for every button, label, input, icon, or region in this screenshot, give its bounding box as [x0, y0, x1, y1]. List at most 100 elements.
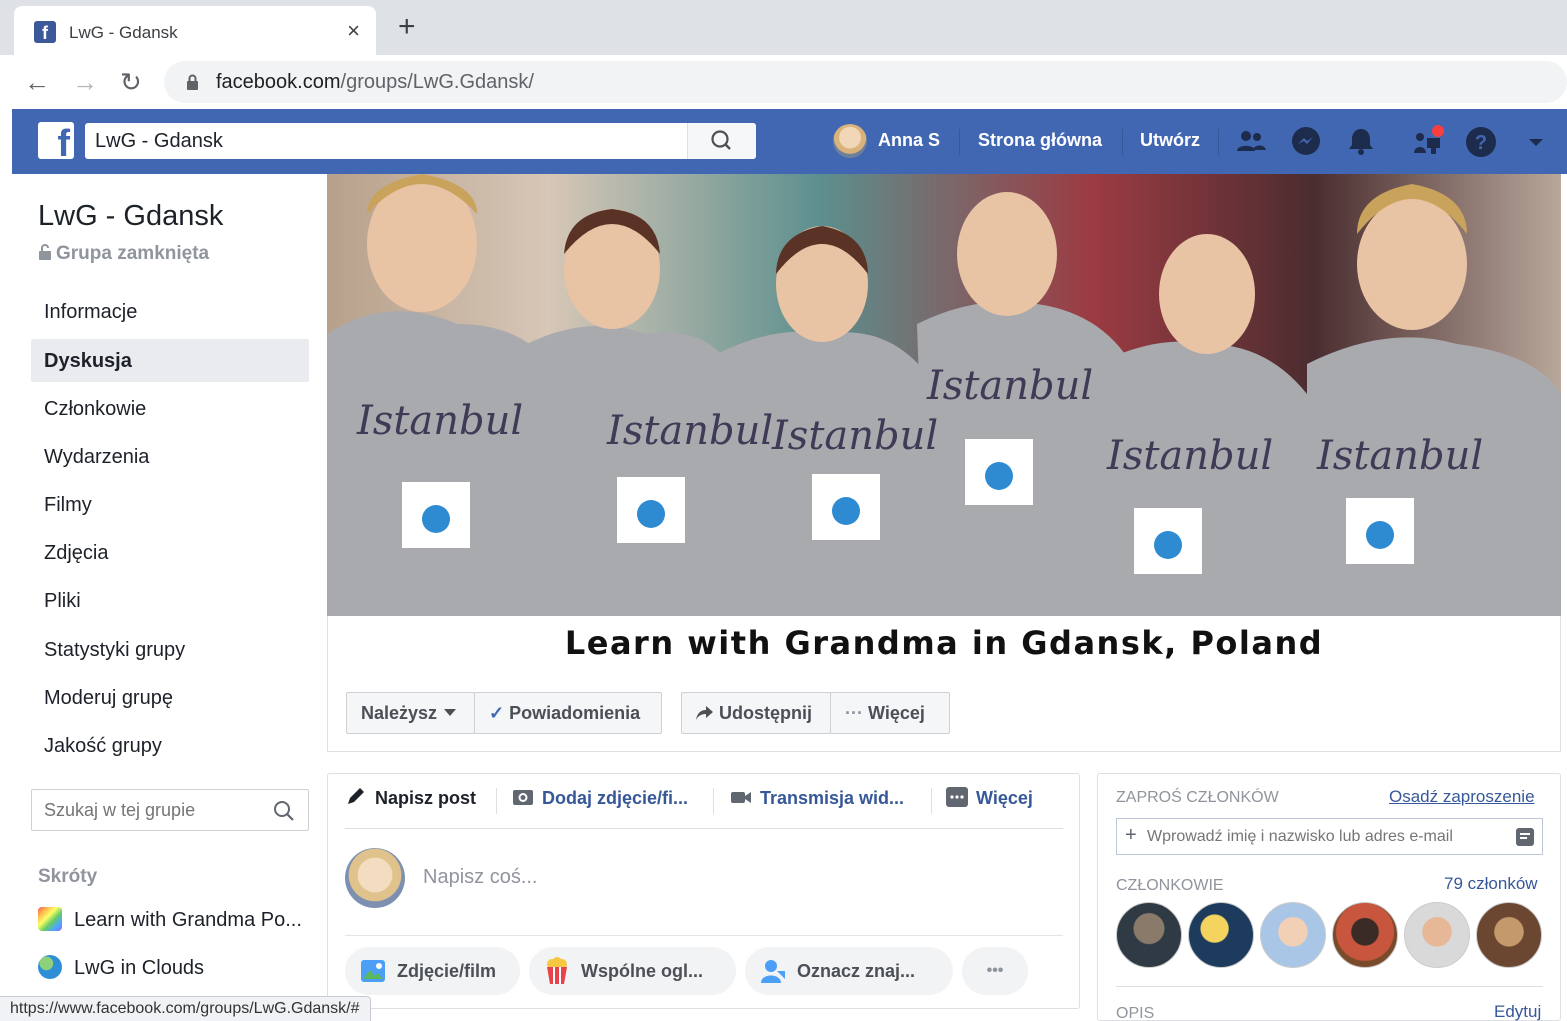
close-tab-icon[interactable]: ×: [347, 18, 360, 44]
tab-more[interactable]: Więcej: [946, 787, 1033, 809]
reload-icon[interactable]: ↻: [120, 67, 142, 98]
svg-text:Istanbul: Istanbul: [1106, 433, 1273, 479]
search-icon: [711, 130, 731, 150]
friend-requests-icon[interactable]: [1234, 125, 1268, 159]
facebook-header: f Anna S Strona główna Utwórz ?: [12, 109, 1567, 174]
composer-avatar[interactable]: [345, 848, 405, 908]
tab-divider: [713, 788, 714, 814]
unlock-icon: [39, 244, 51, 260]
create-link[interactable]: Utwórz: [1140, 130, 1200, 151]
member-avatar[interactable]: [1188, 902, 1254, 968]
member-avatar[interactable]: [1404, 902, 1470, 968]
group-privacy: Grupa zamknięta: [38, 243, 209, 265]
joined-button[interactable]: Należysz: [346, 692, 475, 734]
watch-party-button[interactable]: Wspólne ogl...: [529, 947, 736, 995]
browser-tab[interactable]: f LwG - Gdansk ×: [14, 6, 376, 55]
header-search-input[interactable]: [95, 127, 675, 155]
forward-arrow-icon[interactable]: →: [72, 67, 98, 98]
sidebar-item-members[interactable]: Członkowie: [44, 398, 146, 421]
invite-members-card: [1097, 773, 1561, 1021]
tab-live-video[interactable]: Transmisja wid...: [730, 787, 904, 809]
card-divider: [1116, 986, 1543, 987]
svg-text:Istanbul: Istanbul: [1316, 433, 1483, 479]
help-question-icon[interactable]: ?: [1464, 125, 1498, 159]
description-heading: OPIS: [1116, 1005, 1155, 1021]
sidebar-item-insights[interactable]: Statystyki grupy: [44, 639, 185, 662]
member-avatar[interactable]: [1476, 902, 1542, 968]
members-heading: CZŁONKOWIE: [1116, 877, 1224, 894]
tab-add-photo[interactable]: Dodaj zdjęcie/fi...: [512, 787, 688, 809]
cover-caption: Learn with Grandma in Gdansk, Poland: [564, 624, 1324, 662]
user-profile-link[interactable]: Anna S: [878, 130, 940, 151]
header-search: [85, 123, 756, 159]
more-square-icon: [946, 787, 968, 807]
shirt-lettering: Istanbul: [356, 398, 523, 444]
sidebar-item-moderate[interactable]: Moderuj grupę: [44, 687, 173, 710]
home-link[interactable]: Strona główna: [978, 130, 1102, 151]
invite-input[interactable]: [1147, 825, 1507, 849]
contact-card-icon[interactable]: [1516, 828, 1534, 846]
globe-group-icon: [38, 955, 62, 979]
notifications-bell-icon[interactable]: [1344, 125, 1378, 159]
url-text: facebook.com/groups/LwG.Gdansk/: [216, 71, 534, 94]
facebook-favicon-icon: f: [34, 21, 56, 43]
rainbow-group-icon: [38, 907, 62, 931]
caret-down-icon: [444, 709, 457, 716]
joined-label: Należysz: [361, 703, 438, 723]
more-button[interactable]: ··· Więcej: [830, 692, 950, 734]
embed-invite-link[interactable]: Osadź zaproszenie: [1389, 787, 1535, 807]
search-icon[interactable]: [272, 799, 296, 823]
video-camera-icon: [731, 792, 751, 803]
tab-divider: [931, 788, 932, 814]
user-avatar[interactable]: [833, 124, 867, 158]
sidebar-item-videos[interactable]: Filmy: [44, 494, 92, 517]
messenger-icon[interactable]: [1289, 125, 1323, 159]
camera-icon: [513, 790, 533, 805]
invite-box: +: [1116, 818, 1543, 855]
shortcut-lwg-in-clouds[interactable]: LwG in Clouds: [38, 955, 204, 980]
tag-friends-button[interactable]: Oznacz znaj...: [745, 947, 953, 995]
member-avatar[interactable]: [1260, 902, 1326, 968]
members-count-link[interactable]: 79 członków: [1444, 874, 1538, 894]
group-search-input[interactable]: [44, 798, 264, 822]
account-menu-chevron-icon[interactable]: [1519, 125, 1553, 159]
browser-tabbar: f LwG - Gdansk × +: [0, 0, 1567, 55]
header-divider: [1218, 129, 1219, 155]
sidebar-item-events[interactable]: Wydarzenia: [44, 446, 149, 469]
photo-video-button[interactable]: Zdjęcie/film: [345, 947, 520, 995]
sidebar-item-quality[interactable]: Jakość grupy: [44, 735, 162, 758]
back-arrow-icon[interactable]: ←: [24, 67, 50, 98]
facebook-logo-icon[interactable]: f: [38, 122, 74, 159]
browser-status-url: https://www.facebook.com/groups/LwG.Gdan…: [0, 996, 371, 1021]
member-avatar[interactable]: [1116, 902, 1182, 968]
sidebar-item-photos[interactable]: Zdjęcia: [44, 542, 108, 565]
member-avatar[interactable]: [1332, 902, 1398, 968]
svg-text:Istanbul: Istanbul: [771, 413, 938, 459]
more-options-button[interactable]: •••: [962, 947, 1028, 995]
composer-input[interactable]: Napisz coś...: [423, 866, 537, 889]
photo-video-label: Zdjęcie/film: [397, 961, 497, 981]
share-button[interactable]: Udostępnij: [681, 692, 831, 734]
header-divider: [959, 129, 960, 155]
edit-description-link[interactable]: Edytuj: [1494, 1002, 1541, 1021]
composer-divider: [345, 935, 1063, 936]
sidebar-item-info[interactable]: Informacje: [44, 301, 137, 324]
sidebar-item-discussion[interactable]: Dyskusja: [44, 350, 132, 373]
group-privacy-label: Grupa zamknięta: [56, 243, 210, 264]
tab-divider: [496, 788, 497, 814]
search-button[interactable]: [687, 123, 756, 159]
new-tab-button[interactable]: +: [398, 10, 416, 44]
sidebar-item-files[interactable]: Pliki: [44, 590, 81, 613]
more-label: Więcej: [868, 703, 925, 723]
group-title[interactable]: LwG - Gdansk: [38, 200, 223, 233]
cover-photo[interactable]: Istanbul Istanbul Istanbul Istanbul Ista…: [327, 174, 1561, 616]
quick-help-people-icon[interactable]: [1410, 125, 1444, 159]
tag-friends-icon: [761, 960, 785, 983]
shortcut-learn-with-grandma[interactable]: Learn with Grandma Po...: [38, 907, 302, 932]
notifications-button[interactable]: ✓ Powiadomienia: [474, 692, 662, 734]
shortcuts-heading: Skróty: [38, 866, 98, 887]
address-bar[interactable]: facebook.com/groups/LwG.Gdansk/: [164, 61, 1567, 103]
url-domain: facebook.com: [216, 71, 341, 93]
tab-write-post[interactable]: Napisz post: [345, 787, 476, 809]
invite-heading: ZAPROŚ CZŁONKÓW: [1116, 789, 1279, 806]
